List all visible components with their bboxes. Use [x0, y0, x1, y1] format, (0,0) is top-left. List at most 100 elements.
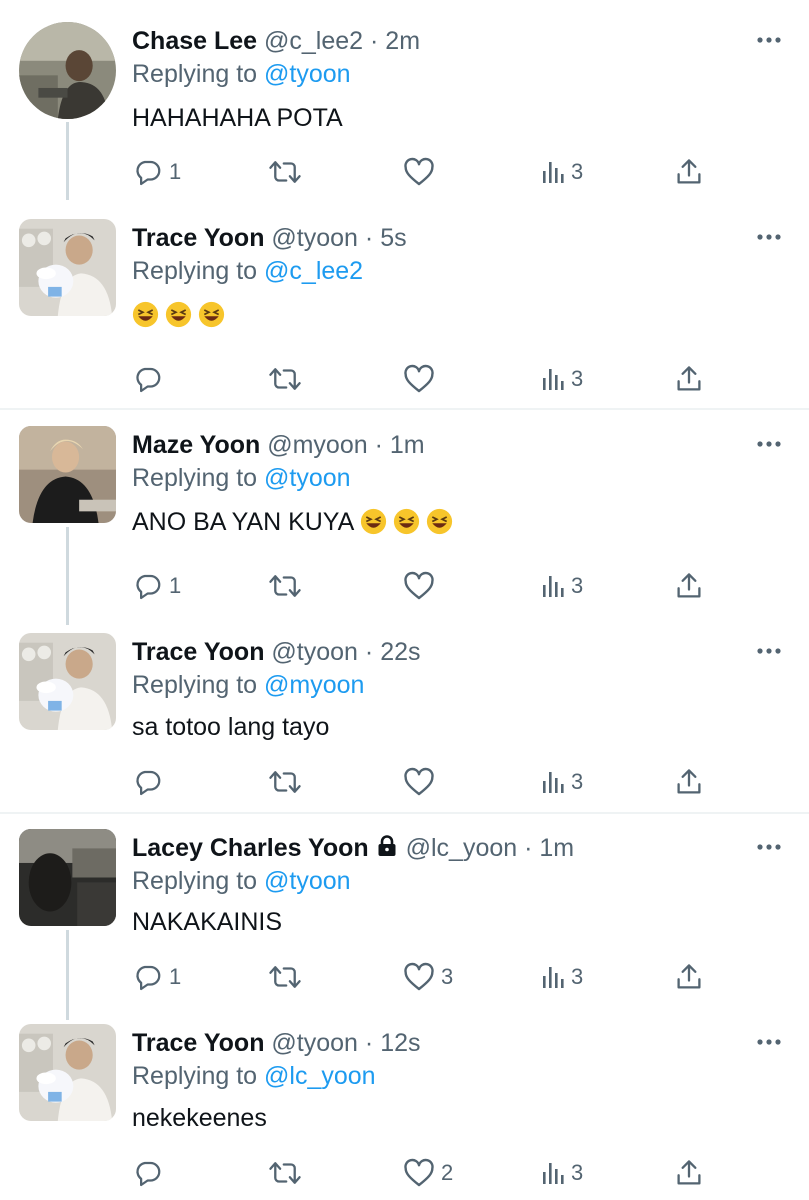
retweet-button[interactable]	[268, 762, 308, 802]
divider	[0, 408, 809, 410]
retweet-button[interactable]	[268, 152, 308, 192]
views-button[interactable]: 3	[541, 566, 583, 606]
views-button[interactable]: 3	[541, 1153, 583, 1193]
user-handle[interactable]: @tyoon	[271, 224, 358, 252]
like-icon	[403, 767, 435, 797]
like-icon	[403, 962, 435, 992]
replying-to-label: Replying to	[132, 867, 258, 895]
tweet-header: Maze Yoon @myoon · 1m	[132, 430, 425, 460]
user-handle[interactable]: @c_lee2	[264, 27, 363, 55]
like-button[interactable]	[403, 566, 441, 606]
reply-icon	[133, 571, 163, 601]
display-name[interactable]: Trace Yoon	[132, 638, 264, 666]
reply-button[interactable]	[133, 359, 169, 399]
reply-button[interactable]	[133, 762, 169, 802]
timestamp[interactable]: 1m	[539, 834, 574, 862]
more-icon[interactable]	[754, 641, 784, 661]
views-button[interactable]: 3	[541, 359, 583, 399]
timestamp[interactable]: 1m	[390, 431, 425, 459]
mention-link[interactable]: @tyoon	[264, 60, 351, 88]
like-count: 2	[441, 1160, 454, 1185]
share-button[interactable]	[675, 957, 703, 997]
reply-button[interactable]: 1	[133, 152, 181, 192]
reply-count: 1	[169, 159, 182, 184]
reply-button[interactable]	[133, 1153, 169, 1193]
share-button[interactable]	[675, 152, 703, 192]
separator: ·	[357, 638, 381, 666]
display-name[interactable]: Trace Yoon	[132, 224, 264, 252]
reply-button[interactable]: 1	[133, 957, 181, 997]
like-button[interactable]	[403, 359, 441, 399]
reply-icon	[133, 364, 163, 394]
user-handle[interactable]: @tyoon	[271, 638, 358, 666]
avatar[interactable]	[19, 1024, 116, 1121]
display-name[interactable]: Trace Yoon	[132, 1029, 264, 1057]
views-count: 3	[571, 573, 584, 598]
user-handle[interactable]: @tyoon	[271, 1029, 358, 1057]
timestamp[interactable]: 22s	[380, 638, 420, 666]
avatar[interactable]	[19, 22, 116, 119]
user-handle[interactable]: @lc_yoon	[406, 834, 518, 862]
reply-icon	[133, 1158, 163, 1188]
mention-link[interactable]: @tyoon	[264, 464, 351, 492]
separator: ·	[363, 27, 386, 55]
views-icon	[541, 573, 565, 599]
avatar[interactable]	[19, 829, 116, 926]
more-icon[interactable]	[754, 434, 784, 454]
retweet-button[interactable]	[268, 957, 308, 997]
mention-link[interactable]: @c_lee2	[264, 257, 363, 285]
tweet-header: Trace Yoon @tyoon · 5s	[132, 223, 407, 253]
laughing-emoji	[165, 301, 192, 328]
display-name[interactable]: Maze Yoon	[132, 431, 260, 459]
timestamp[interactable]: 2m	[385, 27, 420, 55]
more-icon[interactable]	[754, 30, 784, 50]
retweet-icon	[268, 962, 302, 992]
like-icon	[403, 571, 435, 601]
mention-link[interactable]: @lc_yoon	[264, 1062, 376, 1090]
retweet-button[interactable]	[268, 566, 308, 606]
like-button[interactable]: 2	[403, 1153, 453, 1193]
replying-to: Replying to @c_lee2	[132, 256, 363, 286]
retweet-button[interactable]	[268, 359, 308, 399]
avatar-photo	[19, 426, 116, 523]
views-count: 3	[571, 964, 584, 989]
user-handle[interactable]: @myoon	[267, 431, 367, 459]
more-icon[interactable]	[754, 227, 784, 247]
avatar-photo	[19, 633, 116, 730]
retweet-icon	[268, 364, 302, 394]
like-button[interactable]: 3	[403, 957, 453, 997]
timestamp[interactable]: 5s	[380, 224, 406, 252]
avatar[interactable]	[19, 219, 116, 316]
avatar[interactable]	[19, 426, 116, 523]
reply-count: 1	[169, 964, 182, 989]
avatar[interactable]	[19, 633, 116, 730]
reply-button[interactable]: 1	[133, 566, 181, 606]
laughing-emoji	[393, 508, 419, 535]
retweet-button[interactable]	[268, 1153, 308, 1193]
share-button[interactable]	[675, 1153, 703, 1193]
views-button[interactable]: 3	[541, 152, 583, 192]
tweet-text-content: ANO BA YAN KUYA	[132, 508, 353, 536]
tweet-actions: 13	[0, 152, 809, 192]
timestamp[interactable]: 12s	[380, 1029, 420, 1057]
mention-link[interactable]: @myoon	[264, 671, 364, 699]
display-name[interactable]: Lacey Charles Yoon	[132, 834, 369, 862]
views-button[interactable]: 3	[541, 762, 583, 802]
share-button[interactable]	[675, 566, 703, 606]
share-button[interactable]	[675, 762, 703, 802]
replying-to-label: Replying to	[132, 60, 258, 88]
display-name[interactable]: Chase Lee	[132, 27, 257, 55]
avatar-photo	[19, 829, 116, 926]
like-button[interactable]	[403, 152, 441, 192]
like-button[interactable]	[403, 762, 441, 802]
share-button[interactable]	[675, 359, 703, 399]
more-icon[interactable]	[754, 1032, 784, 1052]
tweet-actions: 3	[0, 359, 809, 399]
reply-icon	[133, 767, 163, 797]
views-button[interactable]: 3	[541, 957, 583, 997]
laughing-emoji	[132, 301, 159, 328]
tweet-text: HAHAHAHA POTA	[132, 104, 343, 132]
mention-link[interactable]: @tyoon	[264, 867, 351, 895]
views-count: 3	[571, 1160, 584, 1185]
more-icon[interactable]	[754, 837, 784, 857]
